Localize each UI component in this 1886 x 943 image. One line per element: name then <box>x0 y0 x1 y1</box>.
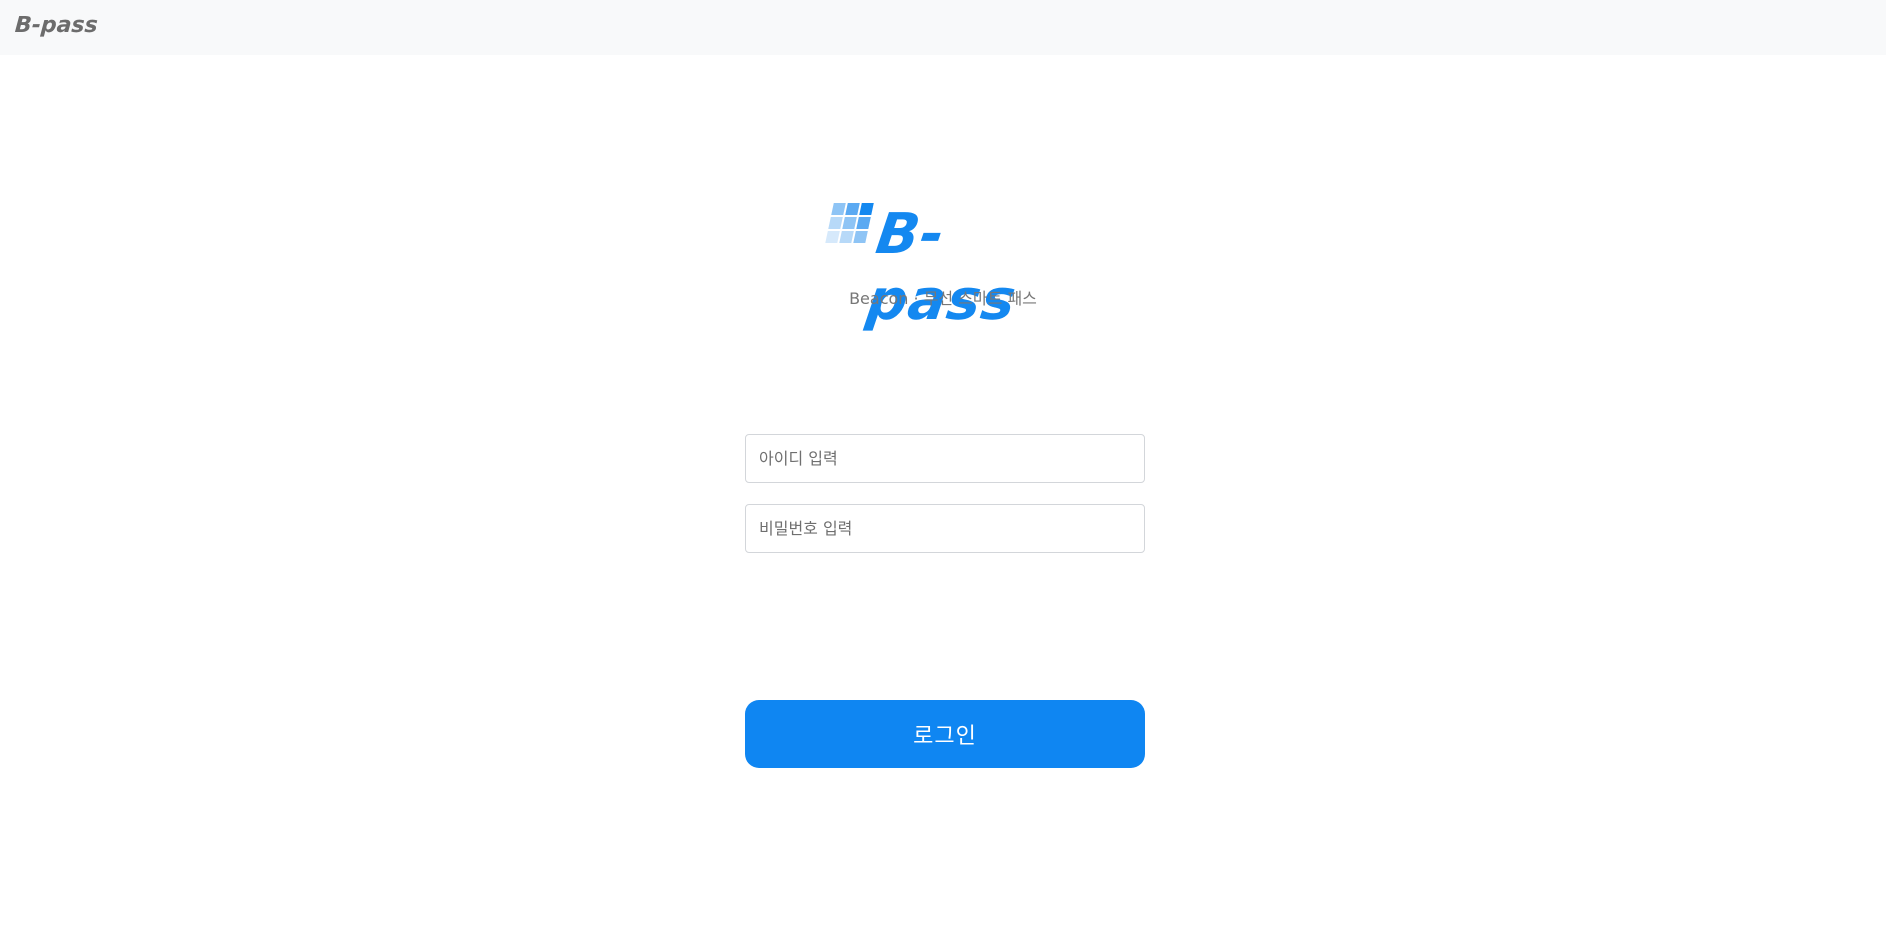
id-input[interactable] <box>745 434 1145 483</box>
password-input[interactable] <box>745 504 1145 553</box>
logo-subtitle: Beacon · 무선 스마트 패스 <box>849 289 1037 308</box>
login-button[interactable]: 로그인 <box>745 700 1145 768</box>
navbar-brand[interactable]: B-pass <box>14 13 98 38</box>
top-navbar: B-pass <box>0 0 1886 55</box>
logo-text: B-pass <box>862 202 1021 333</box>
app-logo: B-pass <box>820 196 1070 333</box>
